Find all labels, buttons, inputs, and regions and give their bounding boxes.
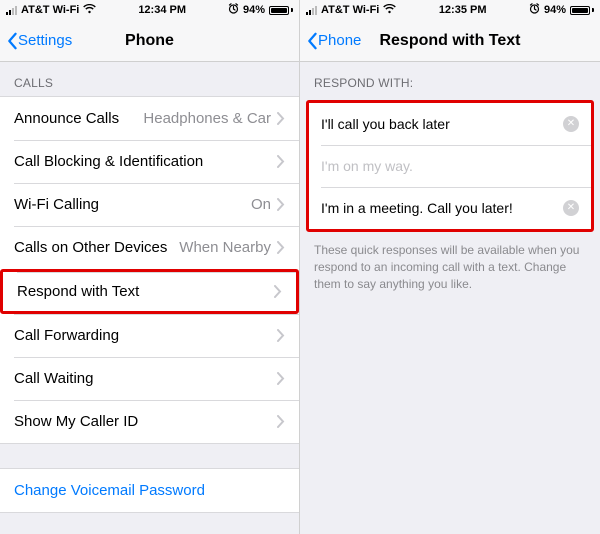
back-button[interactable]: Phone (306, 32, 361, 50)
chevron-right-icon (277, 329, 285, 342)
status-time: 12:35 PM (439, 4, 487, 16)
wifi-icon (83, 4, 96, 17)
chevron-right-icon (277, 241, 285, 254)
row-label: Change Voicemail Password (14, 482, 205, 499)
response-text: I'll call you back later (321, 116, 563, 132)
chevron-right-icon (277, 112, 285, 125)
row-value: On (251, 196, 271, 213)
response-field-3[interactable]: I'm in a meeting. Call you later! ✕ (309, 187, 591, 229)
respond-with-text-screen: AT&T Wi-Fi 12:35 PM 94% Phone Respond wi… (300, 0, 600, 534)
row-respond-with-text[interactable]: Respond with Text (0, 269, 299, 314)
battery-pct: 94% (243, 4, 265, 16)
footer-description: These quick responses will be available … (300, 232, 600, 302)
signal-icon (306, 5, 317, 15)
row-label: Call Forwarding (14, 327, 119, 344)
chevron-right-icon (277, 155, 285, 168)
alarm-icon (529, 3, 540, 17)
section-header-respond: RESPOND WITH: (300, 62, 600, 96)
chevron-right-icon (277, 372, 285, 385)
row-change-voicemail-password[interactable]: Change Voicemail Password (0, 469, 299, 512)
nav-bar: Settings Phone (0, 20, 299, 62)
carrier-label: AT&T Wi-Fi (321, 4, 379, 16)
back-button[interactable]: Settings (6, 32, 72, 50)
nav-bar: Phone Respond with Text (300, 20, 600, 62)
chevron-right-icon (277, 198, 285, 211)
calls-list: Announce Calls Headphones & Car Call Blo… (0, 96, 299, 444)
battery-icon (570, 6, 594, 15)
chevron-right-icon (277, 415, 285, 428)
responses-list: I'll call you back later ✕ I'm on my way… (306, 100, 594, 232)
row-label: Calls on Other Devices (14, 239, 167, 256)
section-header-calls: CALLS (0, 62, 299, 96)
row-label: Show My Caller ID (14, 413, 138, 430)
row-label: Announce Calls (14, 110, 119, 127)
row-value: When Nearby (179, 239, 271, 256)
carrier-label: AT&T Wi-Fi (21, 4, 79, 16)
row-call-blocking[interactable]: Call Blocking & Identification (0, 140, 299, 183)
clear-icon[interactable]: ✕ (563, 116, 579, 132)
row-other-devices[interactable]: Calls on Other Devices When Nearby (0, 226, 299, 269)
battery-pct: 94% (544, 4, 566, 16)
row-label: Call Waiting (14, 370, 93, 387)
alarm-icon (228, 3, 239, 17)
clear-icon[interactable]: ✕ (563, 200, 579, 216)
wifi-icon (383, 4, 396, 17)
row-wifi-calling[interactable]: Wi-Fi Calling On (0, 183, 299, 226)
row-announce-calls[interactable]: Announce Calls Headphones & Car (0, 97, 299, 140)
row-label: Respond with Text (17, 283, 139, 300)
signal-icon (6, 5, 17, 15)
row-label: Wi-Fi Calling (14, 196, 99, 213)
row-caller-id[interactable]: Show My Caller ID (0, 400, 299, 443)
voicemail-list: Change Voicemail Password (0, 468, 299, 513)
response-field-1[interactable]: I'll call you back later ✕ (309, 103, 591, 145)
row-label: Call Blocking & Identification (14, 153, 203, 170)
response-field-2[interactable]: I'm on my way. (309, 145, 591, 187)
back-label: Phone (318, 32, 361, 49)
chevron-right-icon (274, 285, 282, 298)
battery-icon (269, 6, 293, 15)
status-bar: AT&T Wi-Fi 12:34 PM 94% (0, 0, 299, 20)
response-placeholder: I'm on my way. (321, 158, 579, 174)
row-value: Headphones & Car (143, 110, 271, 127)
status-bar: AT&T Wi-Fi 12:35 PM 94% (300, 0, 600, 20)
phone-settings-screen: AT&T Wi-Fi 12:34 PM 94% Settings Phone (0, 0, 300, 534)
response-text: I'm in a meeting. Call you later! (321, 200, 563, 216)
back-label: Settings (18, 32, 72, 49)
status-time: 12:34 PM (138, 4, 186, 16)
row-call-forwarding[interactable]: Call Forwarding (0, 314, 299, 357)
row-call-waiting[interactable]: Call Waiting (0, 357, 299, 400)
